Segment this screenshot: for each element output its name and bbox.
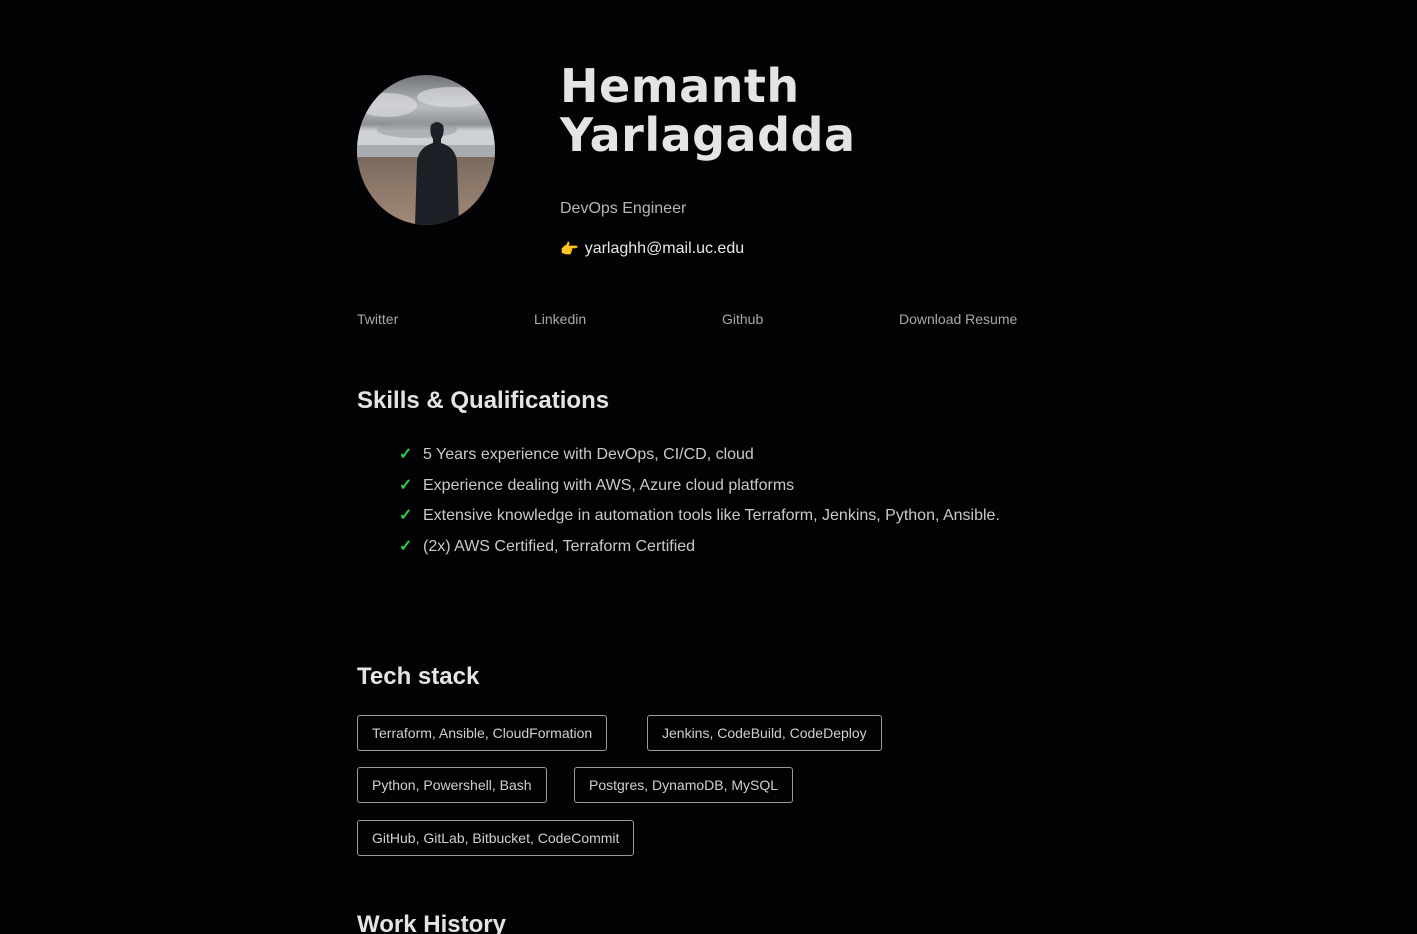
backhand-index-pointing-right-icon: 👉 (560, 241, 579, 258)
portfolio-page: Hemanth Yarlagadda DevOps Engineer 👉 yar… (0, 0, 1417, 934)
download-resume-link[interactable]: Download Resume (899, 311, 1017, 327)
check-icon: ✓ (399, 476, 413, 494)
twitter-link[interactable]: Twitter (357, 311, 398, 327)
skill-text: (2x) AWS Certified, Terraform Certified (423, 537, 696, 555)
skills-heading: Skills & Qualifications (357, 387, 610, 414)
list-item: ✓ 5 Years experience with DevOps, CI/CD, … (397, 440, 1017, 471)
tech-chip: Postgres, DynamoDB, MySQL (574, 767, 794, 803)
list-item: ✓ Experience dealing with AWS, Azure clou… (397, 471, 1017, 502)
skill-text: Extensive knowledge in automation tools … (423, 507, 1000, 524)
email-address[interactable]: yarlaghh@mail.uc.edu (585, 240, 744, 258)
name-last: Yarlagadda (560, 108, 856, 162)
tech-chip: Jenkins, CodeBuild, CodeDeploy (647, 715, 882, 751)
tech-chip: Terraform, Ansible, CloudFormation (357, 715, 608, 751)
github-link[interactable]: Github (722, 311, 763, 327)
avatar (357, 75, 495, 225)
work-history-heading: Work History (357, 911, 506, 934)
tech-chip: Python, Powershell, Bash (357, 767, 547, 803)
tech-chip: GitHub, GitLab, Bitbucket, CodeCommit (357, 820, 635, 856)
skill-text: Experience dealing with AWS, Azure cloud… (423, 476, 795, 494)
check-icon: ✓ (399, 446, 413, 463)
avatar-photo (357, 75, 495, 225)
list-item: ✓ (2x) AWS Certified, Terraform Certified (397, 532, 1017, 563)
list-item: ✓ Extensive knowledge in automation tools… (397, 501, 1017, 532)
linkedin-link[interactable]: Linkedin (534, 311, 586, 327)
skill-text: 5 Years experience with DevOps, CI/CD, c… (423, 446, 754, 463)
name-first: Hemanth (560, 59, 800, 113)
tech-stack-heading: Tech stack (357, 663, 480, 690)
job-title: DevOps Engineer (560, 200, 687, 217)
email-row: 👉 yarlaghh@mail.uc.edu (560, 240, 744, 258)
skills-list: ✓ 5 Years experience with DevOps, CI/CD, … (397, 440, 1017, 562)
page-title: Hemanth Yarlagadda (560, 62, 856, 160)
check-icon: ✓ (399, 537, 413, 555)
check-icon: ✓ (399, 507, 413, 524)
